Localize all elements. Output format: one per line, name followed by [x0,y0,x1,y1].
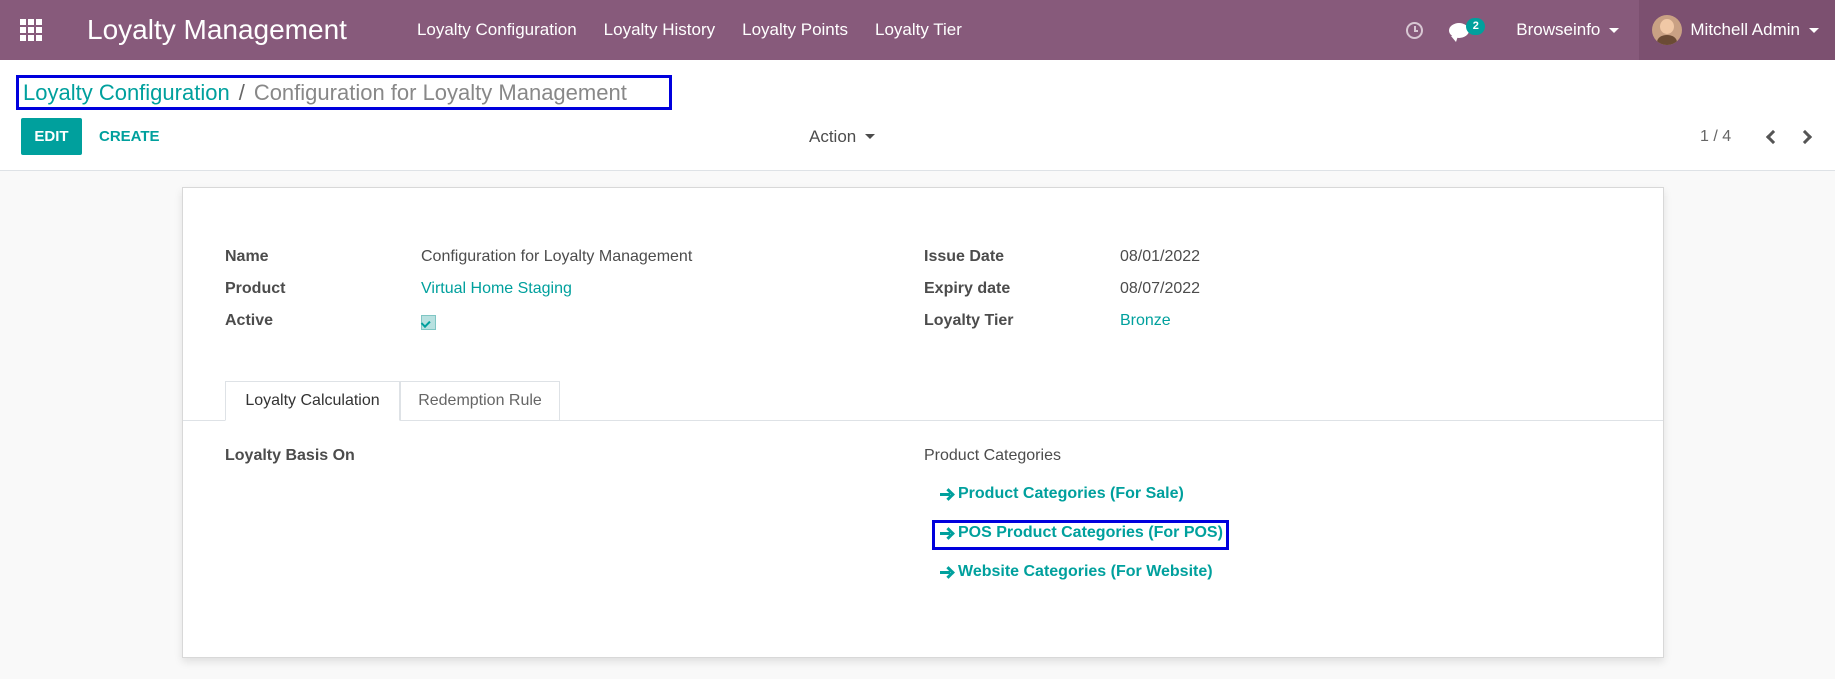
company-switcher[interactable]: Browseinfo [1516,20,1620,40]
top-navbar: Loyalty Management Loyalty Configuration… [0,0,1835,60]
create-button[interactable]: CREATE [99,118,160,155]
category-link-label: Website Categories (For Website) [958,563,1213,580]
caret-down-icon [1609,27,1620,33]
active-label: Active [225,312,274,329]
activity-clock-icon[interactable] [1406,21,1424,39]
product-label: Product [225,280,286,297]
message-count-badge: 2 [1466,17,1486,35]
active-checkbox[interactable] [421,315,436,330]
caret-down-icon [1809,27,1819,33]
pager-value[interactable]: 1 / 4 [1700,118,1731,155]
tab-redemption-rule[interactable]: Redemption Rule [400,381,560,421]
breadcrumb-current: Configuration for Loyalty Management [253,79,627,105]
issue-date-label: Issue Date [924,248,1005,265]
loyalty-tier-label: Loyalty Tier [924,312,1014,329]
pager-previous-button[interactable] [1763,129,1781,145]
loyalty-basis-value: Product Categories [924,447,1061,464]
chevron-left-icon [1765,129,1781,145]
avatar [1652,15,1683,45]
menu-loyalty-history[interactable]: Loyalty History [604,20,715,40]
form-sheet: Name Configuration for Loyalty Managemen… [182,187,1664,658]
action-dropdown[interactable]: Action [809,118,876,155]
issue-date-value: 08/01/2022 [1120,248,1201,265]
arrow-right-icon [940,566,954,578]
expiry-date-label: Expiry date [924,280,1011,297]
website-categories-link[interactable]: Website Categories (For Website) [940,563,1213,581]
loyalty-basis-label: Loyalty Basis On [225,447,355,464]
product-categories-sale-link[interactable]: Product Categories (For Sale) [940,485,1184,503]
apps-menu-icon[interactable] [0,0,62,60]
loyalty-tier-link[interactable]: Bronze [1120,312,1171,330]
breadcrumb-parent-link[interactable]: Loyalty Configuration [23,80,230,106]
tab-loyalty-calculation[interactable]: Loyalty Calculation [225,381,400,421]
menu-loyalty-points[interactable]: Loyalty Points [742,20,848,40]
company-name: Browseinfo [1516,20,1601,39]
app-title: Loyalty Management [87,14,347,45]
arrow-right-icon [940,488,954,500]
category-link-label: Product Categories (For Sale) [958,485,1184,502]
caret-down-icon [865,134,876,139]
chevron-right-icon [1797,129,1813,145]
name-value: Configuration for Loyalty Management [421,248,693,265]
expiry-date-value: 08/07/2022 [1120,280,1201,297]
name-label: Name [225,248,269,265]
messages-button[interactable]: 2 [1449,17,1488,42]
pos-product-categories-link[interactable]: POS Product Categories (For POS) [940,524,1223,542]
user-name: Mitchell Admin [1690,20,1800,39]
menu-loyalty-tier[interactable]: Loyalty Tier [875,20,962,40]
action-label: Action [809,126,857,146]
breadcrumb: Loyalty Configuration / Configuration fo… [16,75,672,110]
menu-loyalty-configuration[interactable]: Loyalty Configuration [417,20,577,40]
arrow-right-icon [940,527,954,539]
product-link[interactable]: Virtual Home Staging [421,280,572,298]
breadcrumb-separator: / [238,79,245,105]
pager-next-button[interactable] [1797,129,1815,145]
category-link-label: POS Product Categories (For POS) [958,524,1223,541]
edit-button[interactable]: EDIT [21,118,82,155]
user-menu[interactable]: Mitchell Admin [1639,0,1835,60]
control-panel: Loyalty Configuration / Configuration fo… [0,60,1835,171]
